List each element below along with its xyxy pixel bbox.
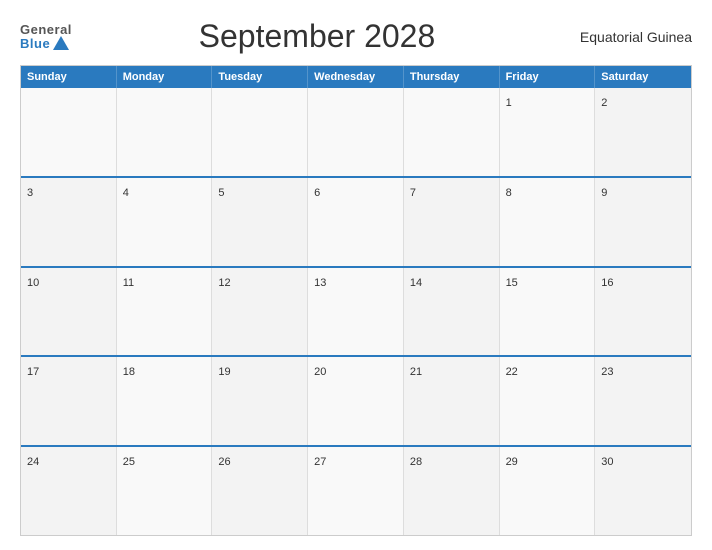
week-row-5: 24 25 26 27 28 29 30	[21, 445, 691, 535]
day-cell: 13	[308, 268, 404, 356]
calendar-title: September 2028	[72, 18, 562, 55]
day-header-sunday: Sunday	[21, 66, 117, 88]
day-header-friday: Friday	[500, 66, 596, 88]
day-cell: 27	[308, 447, 404, 535]
day-header-saturday: Saturday	[595, 66, 691, 88]
day-cell: 23	[595, 357, 691, 445]
day-cell: 26	[212, 447, 308, 535]
day-header-tuesday: Tuesday	[212, 66, 308, 88]
day-number: 5	[218, 187, 224, 199]
day-number: 22	[506, 366, 518, 378]
logo: General Blue	[20, 23, 72, 51]
day-cell: 24	[21, 447, 117, 535]
day-number: 17	[27, 366, 39, 378]
day-cell: 1	[500, 88, 596, 176]
day-cell: 18	[117, 357, 213, 445]
day-number: 8	[506, 187, 512, 199]
day-number: 1	[506, 97, 512, 109]
page: General Blue September 2028 Equatorial G…	[0, 0, 712, 550]
logo-blue-label: Blue	[20, 37, 50, 50]
logo-blue-text: Blue	[20, 36, 69, 51]
day-number: 23	[601, 366, 613, 378]
day-cell: 9	[595, 178, 691, 266]
day-cell: 19	[212, 357, 308, 445]
day-cell: 8	[500, 178, 596, 266]
day-cell: 28	[404, 447, 500, 535]
day-cell: 29	[500, 447, 596, 535]
day-cell: 22	[500, 357, 596, 445]
day-number: 14	[410, 277, 422, 289]
logo-triangle-icon	[53, 36, 69, 50]
logo-general-text: General	[20, 23, 72, 36]
day-number: 11	[123, 277, 134, 289]
week-row-2: 3 4 5 6 7 8 9	[21, 176, 691, 266]
day-number: 27	[314, 456, 326, 468]
day-cell	[212, 88, 308, 176]
day-cell: 3	[21, 178, 117, 266]
header: General Blue September 2028 Equatorial G…	[20, 18, 692, 55]
calendar: SundayMondayTuesdayWednesdayThursdayFrid…	[20, 65, 692, 536]
week-row-4: 17 18 19 20 21 22 23	[21, 355, 691, 445]
day-cell	[308, 88, 404, 176]
day-number: 15	[506, 277, 518, 289]
day-cell: 11	[117, 268, 213, 356]
day-cell: 12	[212, 268, 308, 356]
day-cell: 17	[21, 357, 117, 445]
day-number: 6	[314, 187, 320, 199]
day-number: 26	[218, 456, 230, 468]
day-number: 13	[314, 277, 326, 289]
day-cell: 5	[212, 178, 308, 266]
day-cell: 14	[404, 268, 500, 356]
weeks-container: 1234567891011121314151617181920212223242…	[21, 88, 691, 535]
day-number: 19	[218, 366, 230, 378]
day-cell	[117, 88, 213, 176]
day-cell: 30	[595, 447, 691, 535]
day-cell	[404, 88, 500, 176]
day-number: 30	[601, 456, 613, 468]
day-number: 29	[506, 456, 518, 468]
day-number: 2	[601, 97, 607, 109]
day-header-wednesday: Wednesday	[308, 66, 404, 88]
day-number: 16	[601, 277, 613, 289]
day-number: 7	[410, 187, 416, 199]
week-row-1: 12	[21, 88, 691, 176]
country-label: Equatorial Guinea	[562, 29, 692, 45]
day-number: 3	[27, 187, 33, 199]
day-number: 18	[123, 366, 135, 378]
day-number: 10	[27, 277, 39, 289]
day-number: 4	[123, 187, 129, 199]
day-cell: 7	[404, 178, 500, 266]
day-number: 21	[410, 366, 422, 378]
day-cell: 21	[404, 357, 500, 445]
day-cell: 20	[308, 357, 404, 445]
day-number: 28	[410, 456, 422, 468]
day-cell: 4	[117, 178, 213, 266]
day-cell: 15	[500, 268, 596, 356]
day-number: 25	[123, 456, 135, 468]
day-cell: 6	[308, 178, 404, 266]
day-header-thursday: Thursday	[404, 66, 500, 88]
day-cell: 10	[21, 268, 117, 356]
week-row-3: 10 11 12 13 14 15 16	[21, 266, 691, 356]
day-cell: 2	[595, 88, 691, 176]
day-cell	[21, 88, 117, 176]
day-header-monday: Monday	[117, 66, 213, 88]
day-headers-row: SundayMondayTuesdayWednesdayThursdayFrid…	[21, 66, 691, 88]
day-cell: 25	[117, 447, 213, 535]
day-number: 20	[314, 366, 326, 378]
day-number: 9	[601, 187, 607, 199]
day-number: 12	[218, 277, 230, 289]
day-number: 24	[27, 456, 39, 468]
day-cell: 16	[595, 268, 691, 356]
